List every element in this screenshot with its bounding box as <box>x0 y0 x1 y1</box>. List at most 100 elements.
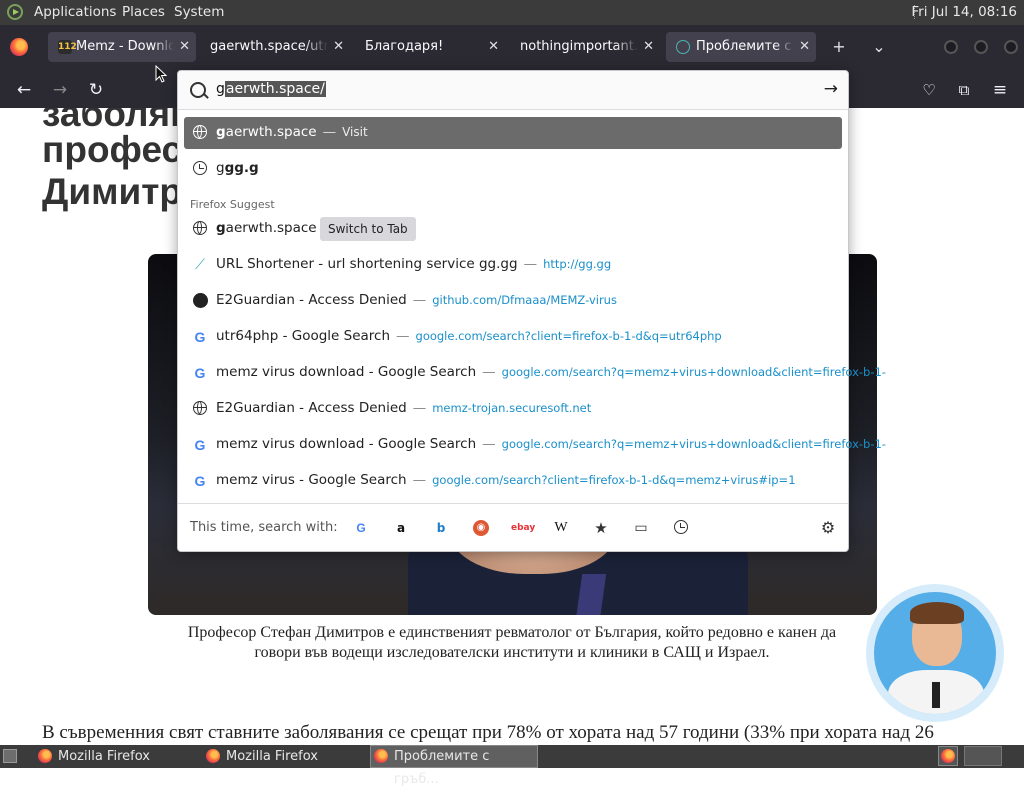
close-tab-icon[interactable]: ✕ <box>799 32 810 62</box>
tab-gaerwth[interactable]: gaerwth.space/utr6 ✕ <box>200 32 350 62</box>
urlbar-result[interactable]: G memz virus - Google Search — google.com/… <box>184 465 842 497</box>
show-desktop-icon[interactable] <box>3 749 17 763</box>
tab-nothingimportant[interactable]: nothingimportant.p ✕ <box>510 32 660 62</box>
bottom-taskbar: Mozilla Firefox Mozilla Firefox Проблеми… <box>0 745 1024 787</box>
tabs-icon[interactable]: ▭ <box>633 520 649 536</box>
minimize-window-button[interactable] <box>944 40 958 54</box>
urlbar-result[interactable]: G utr64php - Google Search — google.com/se… <box>184 321 842 353</box>
taskbar-item-problemite[interactable]: Проблемите с гръб... <box>370 745 538 787</box>
taskbar-item-label: Mozilla Firefox <box>226 749 318 764</box>
urlbar-result[interactable]: E2Guardian - Access Denied — github.com/Df… <box>184 285 842 317</box>
urlbar-result[interactable]: ⟋ URL Shortener - url shortening service… <box>184 249 842 281</box>
extensions-icon[interactable]: ⧉ <box>953 80 975 100</box>
close-tab-icon[interactable]: ✕ <box>179 32 190 62</box>
result-title: memz virus download - Google Search — goog… <box>216 436 886 452</box>
result-title: E2Guardian - Access Denied — memz-trojan.s… <box>216 400 592 416</box>
back-arrow-icon[interactable]: ← <box>13 80 35 100</box>
urlbar-input[interactable]: gaerwth.space/ <box>216 81 326 97</box>
taskbar-item-label: Mozilla Firefox <box>58 749 150 764</box>
globe-icon <box>192 221 208 237</box>
result-title: memz virus - Google Search — google.com/se… <box>216 472 796 488</box>
urlbar-result[interactable]: G memz virus download - Google Search — go… <box>184 357 886 389</box>
google-icon: G <box>194 473 206 489</box>
result-title: gaerwth.space <box>216 220 317 236</box>
result-title: ggg.g <box>216 160 259 176</box>
article-paragraph: В съвременния свят ставните заболявания … <box>42 722 934 743</box>
result-title: memz virus download - Google Search — goog… <box>216 364 886 380</box>
close-tab-icon[interactable]: ✕ <box>333 32 344 62</box>
tab-label: Memz - Downlo <box>76 39 174 54</box>
tab-memz[interactable]: 112 Memz - Downlo ✕ <box>48 32 196 62</box>
distro-logo-icon[interactable] <box>7 4 23 20</box>
tab-favicon: 112 <box>58 40 77 54</box>
history-icon <box>192 161 208 177</box>
tab-blagodarya[interactable]: Благодаря! ✕ <box>355 32 505 62</box>
list-all-tabs-icon[interactable]: ⌄ <box>865 33 893 61</box>
result-title: URL Shortener - url shortening service g… <box>216 256 612 272</box>
pocket-icon[interactable]: ♡ <box>918 80 940 100</box>
globe-icon <box>676 40 690 54</box>
firefox-view-icon[interactable] <box>10 38 28 56</box>
firefox-icon <box>206 749 220 763</box>
hair-shape <box>910 602 964 624</box>
result-title: gaerwth.space — Visit <box>216 124 368 140</box>
close-tab-icon[interactable]: ✕ <box>488 32 499 62</box>
menu-hamburger-icon[interactable]: ≡ <box>989 80 1011 100</box>
firefox-icon <box>38 749 52 763</box>
new-tab-button[interactable]: + <box>825 33 853 61</box>
tab-problemite[interactable]: Проблемите с гръ ✕ <box>666 32 816 62</box>
maximize-window-button[interactable] <box>974 40 988 54</box>
taskbar-item-firefox-1[interactable]: Mozilla Firefox <box>34 745 218 768</box>
bing-icon[interactable]: b <box>433 520 449 536</box>
amazon-icon[interactable]: a <box>393 520 409 536</box>
ebay-icon[interactable]: ebay <box>511 520 535 536</box>
urlbar-result-history[interactable]: ggg.g <box>184 153 842 185</box>
google-icon: G <box>194 365 206 381</box>
bar-chart-icon: ⟋ <box>195 257 205 273</box>
gear-icon[interactable]: ⚙ <box>820 520 836 536</box>
forward-arrow-icon[interactable]: → <box>49 80 71 100</box>
tab-label: Благодаря! <box>365 39 444 54</box>
globe-icon <box>192 125 208 141</box>
github-icon <box>192 293 208 309</box>
result-title: utr64php - Google Search — google.com/sear… <box>216 328 722 344</box>
result-title: E2Guardian - Access Denied — github.com/Df… <box>216 292 617 308</box>
urlbar-result[interactable]: E2Guardian - Access Denied — memz-trojan.s… <box>184 393 842 425</box>
applications-menu[interactable]: Applications <box>34 4 116 20</box>
firefox-icon <box>374 749 388 763</box>
urlbar-input-row[interactable]: gaerwth.space/ → <box>178 71 848 110</box>
taskbar-item-label: Проблемите с гръб... <box>394 749 490 787</box>
workspace-switcher[interactable] <box>964 746 1002 766</box>
wikipedia-icon[interactable]: W <box>553 520 569 536</box>
globe-icon <box>192 401 208 417</box>
go-arrow-icon[interactable]: → <box>824 79 838 99</box>
taskbar-item-firefox-2[interactable]: Mozilla Firefox <box>202 745 386 768</box>
tab-label: Проблемите с гръ <box>696 39 794 54</box>
urlbar-result[interactable]: G memz virus download - Google Search — go… <box>184 429 886 461</box>
duckduckgo-icon[interactable]: ◉ <box>473 520 489 536</box>
history-icon[interactable] <box>673 520 689 536</box>
top-panel: Applications Places System Fri Jul 14, 0… <box>0 0 1024 25</box>
firefox-suggest-label: Firefox Suggest <box>190 198 275 211</box>
chat-assistant-avatar[interactable] <box>866 584 1004 722</box>
tray-firefox-icon[interactable] <box>938 746 958 766</box>
urlbar-popup: gaerwth.space/ → gaerwth.space — Visit ggg… <box>177 70 886 552</box>
mouse-cursor-icon <box>155 65 167 83</box>
close-window-button[interactable] <box>1004 40 1018 54</box>
switch-to-tab-button[interactable]: Switch to Tab <box>320 217 416 241</box>
photo-caption: Професор Стефан Димитров е единственият … <box>187 624 837 661</box>
clock[interactable]: Fri Jul 14, 08:16 <box>911 4 1017 20</box>
search-engine-row: This time, search with: G a b ◉ ebay W ★… <box>178 503 848 552</box>
google-icon: G <box>194 437 206 453</box>
google-icon[interactable]: G <box>353 520 369 536</box>
system-menu[interactable]: System <box>174 4 224 20</box>
urlbar-result-heuristic[interactable]: gaerwth.space — Visit <box>184 117 842 149</box>
close-tab-icon[interactable]: ✕ <box>643 32 654 62</box>
search-icon <box>190 82 206 98</box>
urlbar-result-switch-tab[interactable]: gaerwth.space Switch to Tab <box>184 213 842 245</box>
tab-label: gaerwth.space/utr6 <box>210 39 328 54</box>
bookmarks-icon[interactable]: ★ <box>593 520 609 536</box>
places-menu[interactable]: Places <box>122 4 165 20</box>
reload-icon[interactable]: ↻ <box>85 80 107 100</box>
tab-label: nothingimportant.p <box>520 39 638 54</box>
